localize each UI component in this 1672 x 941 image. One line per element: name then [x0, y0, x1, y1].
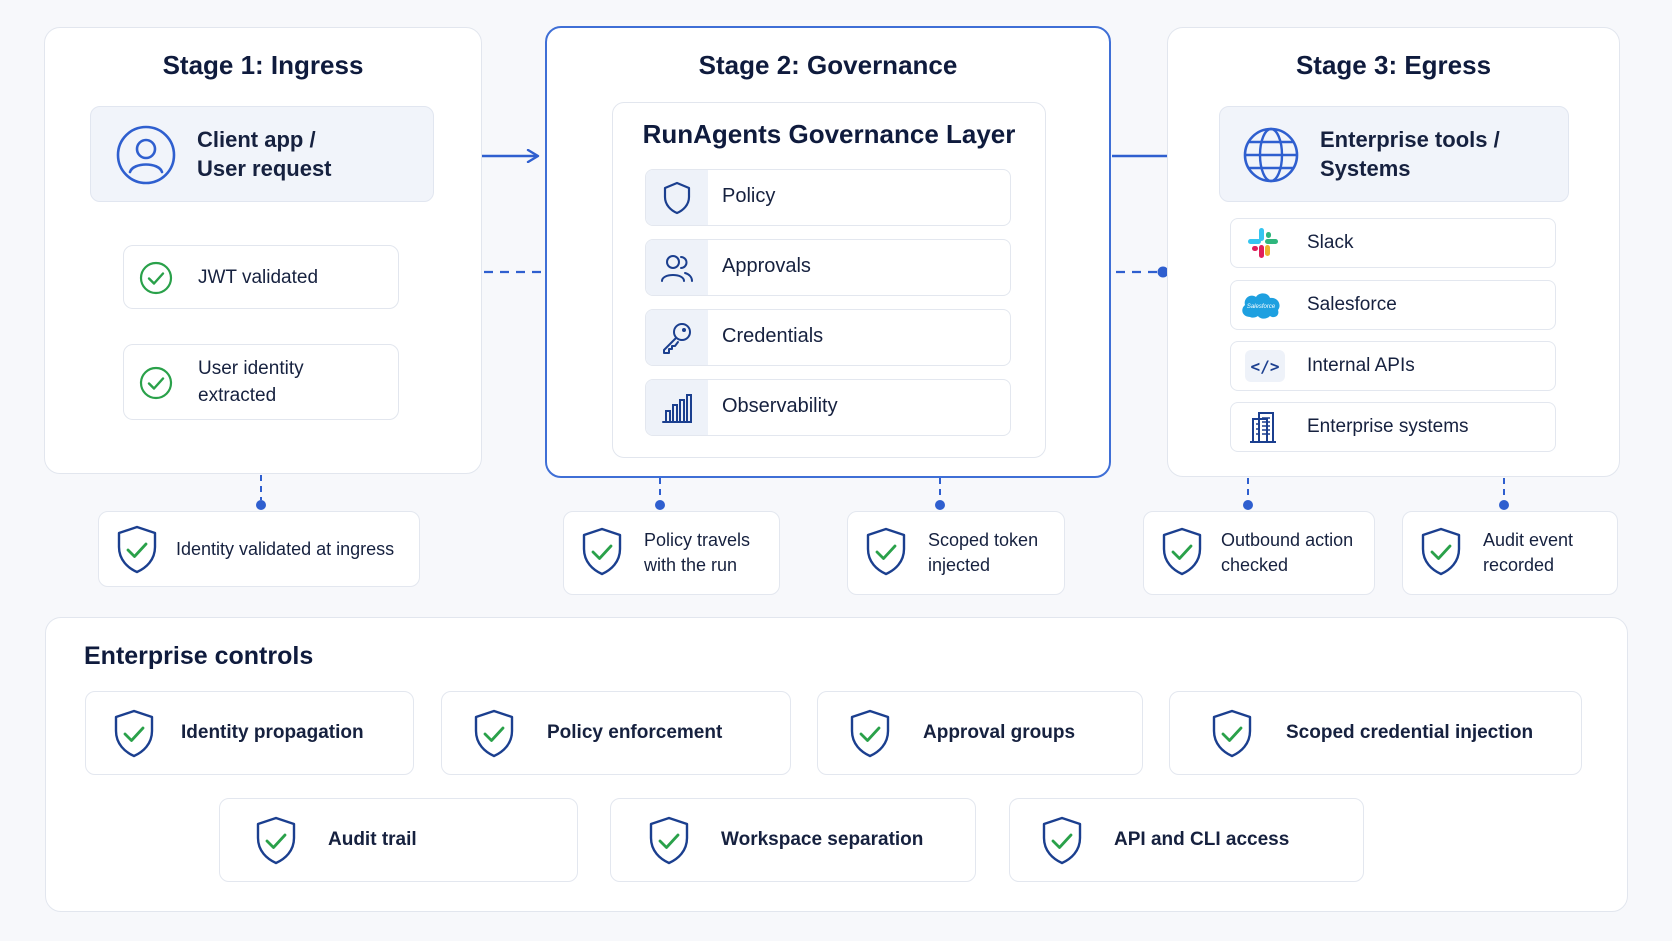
checkpoint-label-1: Outbound action — [1221, 530, 1354, 550]
identity-extracted-label-2: extracted — [198, 385, 277, 406]
control-workspace-separation[interactable]: Workspace separation — [610, 798, 976, 882]
shield-check-icon — [580, 527, 624, 582]
control-label: Policy enforcement — [547, 722, 723, 743]
svg-text:Salesforce: Salesforce — [1247, 304, 1276, 310]
users-icon — [646, 240, 708, 295]
stage2-title: Stage 2: Governance — [698, 50, 958, 80]
control-scoped-credential-injection[interactable]: Scoped credential injection — [1169, 691, 1582, 775]
shield-icon — [646, 170, 708, 225]
jwt-validated-label: JWT validated — [198, 267, 319, 288]
shield-check-icon — [254, 816, 298, 871]
check-circle-icon — [139, 261, 173, 300]
governance-item-observability[interactable]: Observability — [645, 379, 1011, 436]
shield-check-icon — [848, 709, 892, 764]
enterprise-tools-label-2: Systems — [1320, 156, 1411, 181]
control-label: Scoped credential injection — [1286, 722, 1534, 743]
client-request-label-2: User request — [197, 156, 332, 181]
governance-item-label: Observability — [722, 395, 838, 417]
control-identity-propagation[interactable]: Identity propagation — [85, 691, 414, 775]
client-request-label-1: Client app / — [197, 127, 316, 152]
control-audit-trail[interactable]: Audit trail — [219, 798, 578, 882]
checkpoint-policy-travels[interactable]: Policy travels with the run — [563, 511, 780, 595]
control-label: Audit trail — [328, 829, 417, 850]
governance-item-policy[interactable]: Policy — [645, 169, 1011, 226]
control-label: Approval groups — [923, 722, 1076, 743]
building-icon — [1243, 410, 1283, 444]
shield-check-icon — [864, 527, 908, 582]
jwt-validated-step[interactable]: JWT validated — [123, 245, 399, 309]
enterprise-tools-label-1: Enterprise tools / — [1320, 127, 1500, 152]
governance-item-approvals[interactable]: Approvals — [645, 239, 1011, 296]
shield-check-icon — [1419, 527, 1463, 582]
control-label: Workspace separation — [721, 829, 924, 850]
checkpoint-outbound-action[interactable]: Outbound action checked — [1143, 511, 1375, 595]
tool-label: Internal APIs — [1307, 355, 1415, 376]
identity-extracted-label-1: User identity — [198, 358, 304, 379]
governance-layer-box: RunAgents Governance Layer Policy Approv… — [612, 102, 1046, 458]
governance-item-label: Policy — [722, 185, 776, 207]
salesforce-icon: Salesforce — [1237, 288, 1285, 322]
shield-check-icon — [1210, 709, 1254, 764]
stage3-panel: Stage 3: Egress Enterprise tools / Syste… — [1167, 27, 1620, 477]
checkpoint-label: Identity validated at ingress — [176, 539, 395, 559]
checkpoint-label-1: Audit event — [1483, 530, 1574, 550]
governance-layer-title: RunAgents Governance Layer — [642, 119, 1016, 149]
control-label: API and CLI access — [1114, 829, 1290, 850]
stage1-panel: Stage 1: Ingress Client app / User reque… — [44, 27, 482, 474]
identity-extracted-step[interactable]: User identity extracted — [123, 344, 399, 420]
control-label: Identity propagation — [181, 722, 364, 743]
tool-internal-apis[interactable]: </> Internal APIs — [1230, 341, 1556, 391]
checkpoint-label-2: checked — [1221, 555, 1289, 575]
governance-item-label: Approvals — [722, 255, 811, 277]
checkpoint-label-1: Scoped token — [928, 530, 1039, 550]
checkpoint-audit-event[interactable]: Audit event recorded — [1402, 511, 1618, 595]
check-circle-icon — [139, 366, 173, 405]
governance-item-credentials[interactable]: Credentials — [645, 309, 1011, 366]
checkpoint-label-2: with the run — [644, 555, 738, 575]
checkpoint-label-2: injected — [928, 555, 991, 575]
tool-label: Enterprise systems — [1307, 416, 1469, 437]
tool-label: Slack — [1307, 232, 1354, 253]
shield-check-icon — [1160, 527, 1204, 582]
enterprise-tools-card[interactable]: Enterprise tools / Systems — [1219, 106, 1569, 202]
client-request-card[interactable]: Client app / User request — [90, 106, 434, 202]
stage3-title: Stage 3: Egress — [1295, 50, 1492, 80]
stage2-panel: Stage 2: Governance RunAgents Governance… — [545, 26, 1111, 478]
shield-check-icon — [472, 709, 516, 764]
tool-salesforce[interactable]: Salesforce Salesforce — [1230, 280, 1556, 330]
control-api-cli-access[interactable]: API and CLI access — [1009, 798, 1364, 882]
enterprise-controls-panel: Enterprise controls Identity propagation… — [45, 617, 1628, 912]
checkpoint-label-1: Policy travels — [644, 530, 751, 550]
code-icon: </> — [1245, 350, 1285, 382]
control-approval-groups[interactable]: Approval groups — [817, 691, 1143, 775]
checkpoint-label-2: recorded — [1483, 555, 1555, 575]
shield-check-icon — [1040, 816, 1084, 871]
checkpoint-scoped-token[interactable]: Scoped token injected — [847, 511, 1065, 595]
shield-check-icon — [115, 525, 159, 580]
governance-item-label: Credentials — [722, 325, 824, 347]
globe-icon — [1242, 126, 1300, 189]
key-icon — [646, 310, 708, 365]
bar-chart-icon — [646, 380, 708, 435]
checkpoint-identity-validated[interactable]: Identity validated at ingress — [98, 511, 420, 587]
control-policy-enforcement[interactable]: Policy enforcement — [441, 691, 791, 775]
tool-label: Salesforce — [1307, 294, 1397, 315]
shield-check-icon — [112, 709, 156, 764]
enterprise-controls-title: Enterprise controls — [84, 642, 314, 670]
shield-check-icon — [647, 816, 691, 871]
tool-enterprise-systems[interactable]: Enterprise systems — [1230, 402, 1556, 452]
user-icon — [115, 124, 177, 191]
tool-slack[interactable]: Slack — [1230, 218, 1556, 268]
slack-icon — [1243, 226, 1283, 260]
stage1-title: Stage 1: Ingress — [162, 50, 364, 80]
